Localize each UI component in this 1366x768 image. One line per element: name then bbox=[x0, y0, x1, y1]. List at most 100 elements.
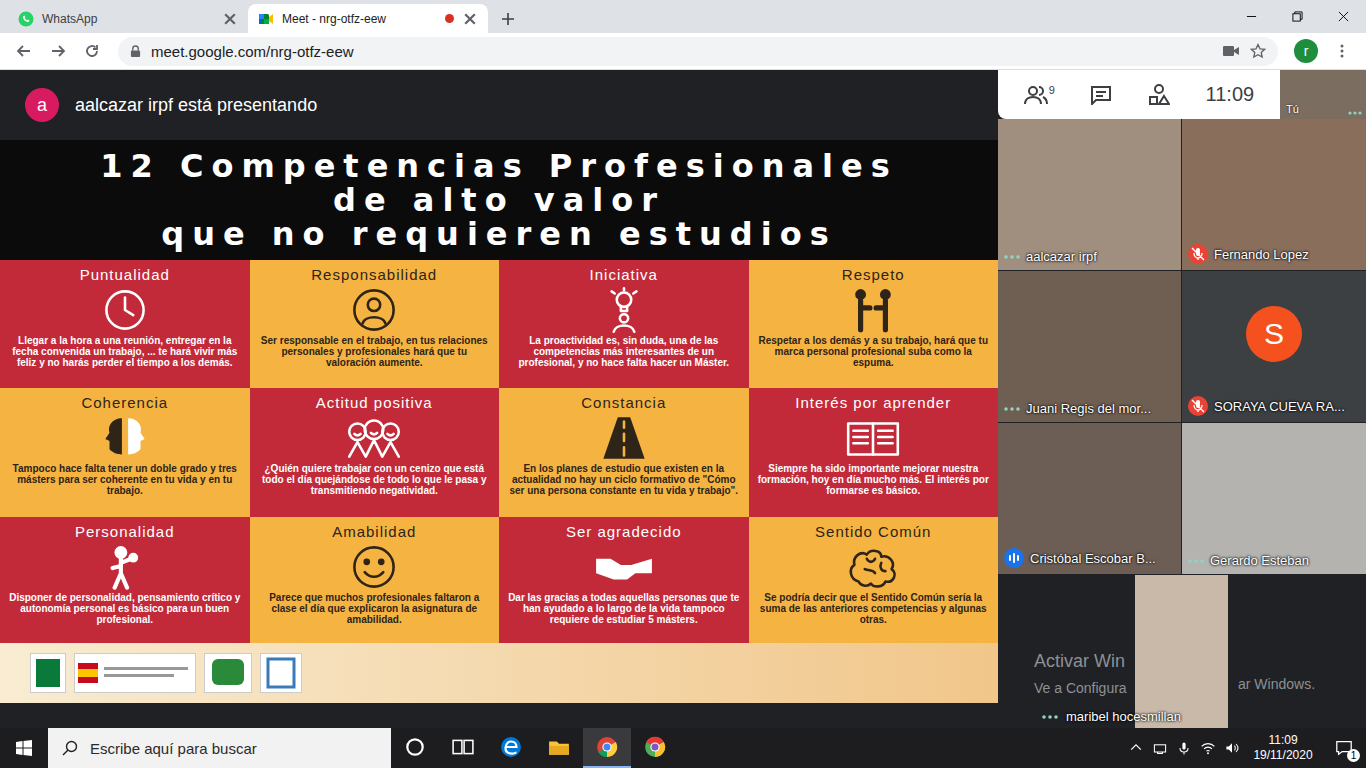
camera-icon[interactable] bbox=[1222, 45, 1240, 57]
tray-item[interactable] bbox=[1124, 728, 1148, 768]
clock-time[interactable]: 11:09 bbox=[1268, 733, 1297, 748]
microphone-icon[interactable] bbox=[1182, 742, 1185, 749]
taskbar-app[interactable] bbox=[391, 728, 439, 768]
omnibox[interactable]: meet.google.com/nrg-otfz-eew bbox=[118, 37, 1278, 66]
tab-title[interactable]: WhatsApp bbox=[42, 12, 206, 26]
reload-icon[interactable] bbox=[87, 46, 97, 56]
camera-icon[interactable] bbox=[1234, 47, 1239, 55]
taskbar-app[interactable] bbox=[439, 728, 487, 768]
forward-icon[interactable] bbox=[50, 43, 66, 59]
lock-icon[interactable] bbox=[133, 46, 139, 51]
clock-date[interactable]: 19/11/2020 bbox=[1253, 748, 1312, 763]
task-view-icon[interactable] bbox=[452, 736, 474, 758]
participant-tile[interactable] bbox=[1135, 575, 1228, 728]
more-dots-icon[interactable] bbox=[1200, 559, 1204, 563]
edge-icon[interactable] bbox=[500, 736, 522, 758]
participants-button[interactable]: 9 bbox=[1024, 85, 1055, 105]
star-icon[interactable] bbox=[1250, 43, 1266, 59]
chrome-icon[interactable] bbox=[644, 736, 666, 758]
more-dots-icon[interactable] bbox=[1004, 255, 1020, 259]
forward-icon[interactable] bbox=[50, 43, 66, 59]
tray-item[interactable] bbox=[1220, 728, 1244, 768]
participant-tile[interactable]: Fernando Lopez bbox=[1182, 119, 1366, 270]
more-dots-icon[interactable] bbox=[1188, 559, 1192, 563]
taskbar-app[interactable] bbox=[583, 728, 631, 768]
close-icon[interactable] bbox=[225, 14, 235, 24]
lock-icon[interactable] bbox=[130, 45, 141, 58]
edge-icon[interactable] bbox=[506, 742, 517, 754]
close-window-icon[interactable] bbox=[1338, 12, 1347, 21]
taskbar-search[interactable]: Escribe aquí para buscar bbox=[48, 728, 391, 768]
notification-badge[interactable]: 1 bbox=[1347, 749, 1360, 762]
people-icon[interactable] bbox=[1024, 85, 1048, 105]
chevron-up-icon[interactable] bbox=[1131, 745, 1141, 750]
nav-button[interactable] bbox=[76, 35, 108, 67]
volume-icon[interactable] bbox=[1234, 744, 1237, 752]
network-icon[interactable] bbox=[1154, 745, 1165, 752]
chrome-icon[interactable] bbox=[650, 742, 659, 751]
participant-tile[interactable]: Gerardo Esteban bbox=[1182, 423, 1366, 574]
minimize-icon[interactable] bbox=[1246, 11, 1257, 22]
edge-icon[interactable] bbox=[501, 737, 521, 757]
folder-icon[interactable] bbox=[548, 736, 570, 758]
minimize-icon[interactable] bbox=[1246, 16, 1255, 17]
people-icon[interactable] bbox=[1024, 85, 1048, 105]
cortana-icon[interactable] bbox=[407, 739, 422, 754]
nav-button[interactable] bbox=[42, 35, 74, 67]
chrome-icon[interactable] bbox=[596, 736, 618, 758]
more-dots-icon[interactable] bbox=[1348, 111, 1362, 115]
chat-icon[interactable] bbox=[1090, 85, 1112, 105]
task-view-icon[interactable] bbox=[453, 740, 462, 753]
nav-button[interactable] bbox=[8, 35, 40, 67]
chrome-icon[interactable] bbox=[651, 743, 658, 750]
windows-logo-icon[interactable] bbox=[16, 740, 32, 756]
reload-icon[interactable] bbox=[93, 45, 97, 49]
reload-icon[interactable] bbox=[84, 43, 100, 59]
chat-icon[interactable] bbox=[1096, 92, 1106, 96]
edge-icon[interactable] bbox=[500, 736, 522, 758]
chrome-icon[interactable] bbox=[596, 736, 618, 758]
microphone-icon[interactable] bbox=[1176, 740, 1192, 756]
close-window-icon[interactable] bbox=[1338, 11, 1349, 22]
folder-icon[interactable] bbox=[549, 742, 569, 755]
back-icon[interactable] bbox=[18, 46, 30, 56]
chrome-icon[interactable] bbox=[603, 743, 610, 750]
more-vert-icon[interactable] bbox=[1340, 43, 1344, 59]
chrome-icon[interactable] bbox=[645, 737, 665, 757]
restore-icon[interactable] bbox=[1292, 14, 1299, 21]
more-dots-icon[interactable] bbox=[1004, 255, 1008, 259]
participant-tile[interactable]: Juani Regis del mor... bbox=[998, 271, 1181, 422]
star-icon[interactable] bbox=[1251, 45, 1264, 58]
back-icon[interactable] bbox=[16, 43, 32, 59]
more-dots-icon[interactable] bbox=[1004, 407, 1020, 411]
forward-icon[interactable] bbox=[52, 46, 64, 56]
search-icon[interactable] bbox=[63, 750, 68, 755]
windows-logo-icon[interactable] bbox=[16, 740, 32, 756]
more-dots-icon[interactable] bbox=[1048, 715, 1052, 719]
task-view-icon[interactable] bbox=[452, 736, 474, 758]
cortana-icon[interactable] bbox=[404, 736, 426, 758]
more-dots-icon[interactable] bbox=[1010, 407, 1014, 411]
more-dots-icon[interactable] bbox=[1010, 255, 1014, 259]
more-dots-icon[interactable] bbox=[1042, 715, 1058, 719]
taskbar-app[interactable] bbox=[631, 728, 679, 768]
action-center-button[interactable]: 1 bbox=[1322, 728, 1366, 768]
tray-item[interactable] bbox=[1148, 728, 1172, 768]
plus-icon[interactable] bbox=[501, 12, 515, 26]
restore-icon[interactable] bbox=[1294, 12, 1301, 19]
more-vert-icon[interactable] bbox=[1341, 45, 1344, 48]
folder-icon[interactable] bbox=[548, 736, 570, 758]
close-icon[interactable] bbox=[462, 11, 478, 27]
microphone-icon[interactable] bbox=[1176, 740, 1192, 756]
chrome-icon[interactable] bbox=[597, 737, 617, 757]
reload-icon[interactable] bbox=[84, 43, 100, 59]
restore-icon[interactable] bbox=[1292, 11, 1303, 22]
wifi-icon[interactable] bbox=[1207, 752, 1209, 754]
close-icon[interactable] bbox=[462, 11, 478, 27]
taskbar-app[interactable] bbox=[487, 728, 535, 768]
people-icon[interactable] bbox=[1029, 87, 1037, 95]
window-control[interactable] bbox=[1320, 0, 1366, 33]
more-vert-icon[interactable] bbox=[1341, 50, 1344, 53]
more-dots-icon[interactable] bbox=[1348, 111, 1362, 115]
chat-icon[interactable] bbox=[1090, 85, 1112, 105]
